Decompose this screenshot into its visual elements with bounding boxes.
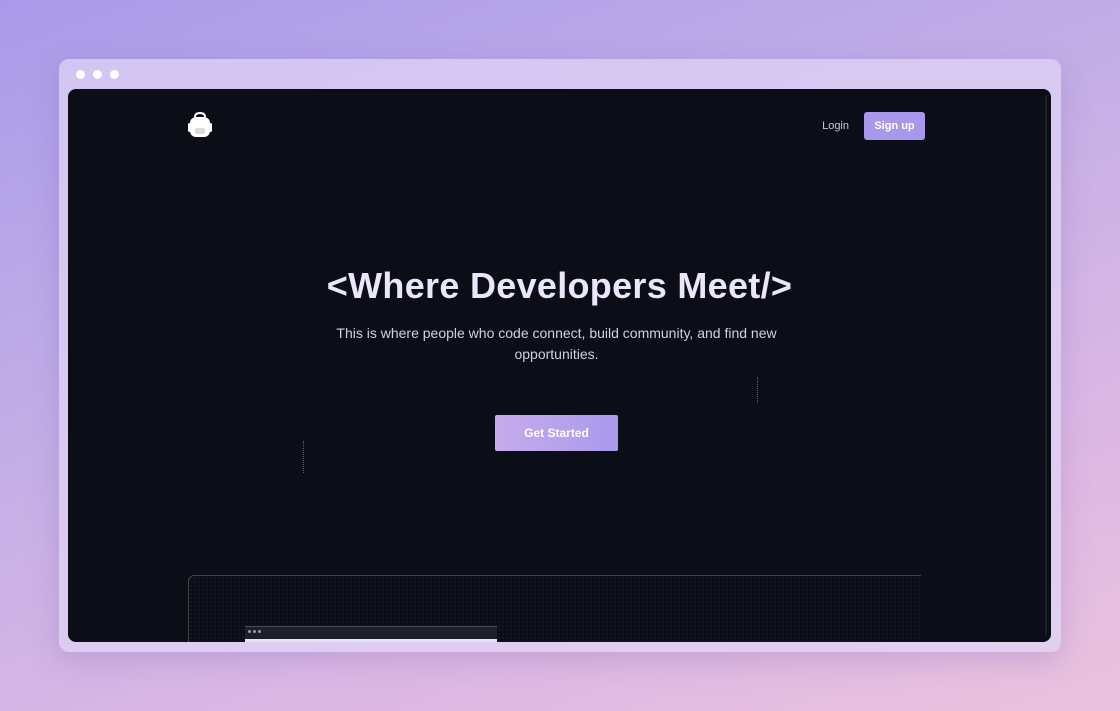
top-nav: Login Sign up [822,112,925,140]
signup-button[interactable]: Sign up [864,112,925,140]
preview-dot [258,630,261,633]
preview-window-controls [248,630,261,633]
browser-window: Login Sign up <Where Developers Meet/> T… [59,59,1061,652]
decorative-line [303,441,305,473]
product-preview [188,575,921,642]
hero-subtitle: This is where people who code connect, b… [336,325,777,362]
page-viewport: Login Sign up <Where Developers Meet/> T… [68,89,1051,642]
get-started-button[interactable]: Get Started [495,415,618,451]
preview-dot [253,630,256,633]
window-dot-close[interactable] [76,70,85,79]
backpack-logo-icon[interactable] [186,111,214,139]
login-link[interactable]: Login [822,120,849,132]
decorative-line [757,377,759,403]
scrollbar[interactable] [1045,95,1047,635]
preview-toolbar [245,639,497,642]
window-dot-maximize[interactable] [110,70,119,79]
window-controls [76,70,119,79]
window-dot-minimize[interactable] [93,70,102,79]
preview-mini-window [245,626,497,642]
preview-dot [248,630,251,633]
hero-headline: <Where Developers Meet/> [326,265,793,306]
